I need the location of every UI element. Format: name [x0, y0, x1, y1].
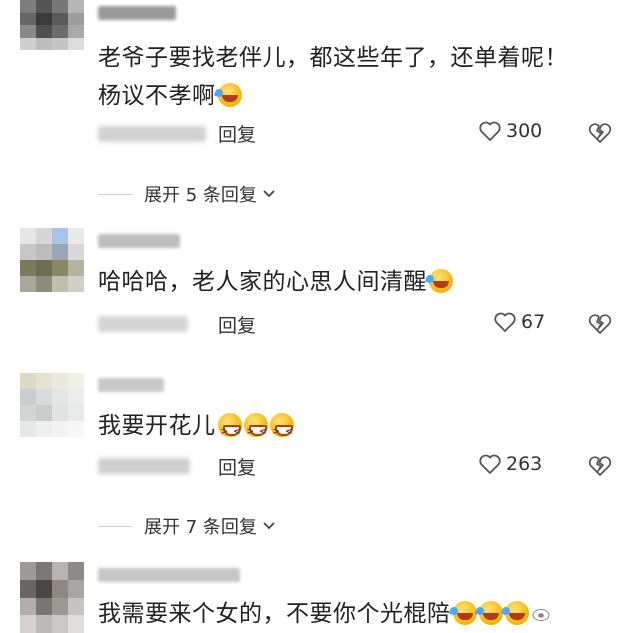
laughing-emoji — [218, 413, 242, 437]
username-blurred — [98, 378, 164, 392]
timestamp-blurred — [98, 458, 190, 474]
heart-outline-icon — [493, 311, 517, 333]
tears-of-joy-emoji — [453, 601, 477, 625]
username-blurred — [98, 568, 240, 582]
like-count: 67 — [521, 311, 545, 333]
divider-line — [98, 526, 132, 527]
avatar[interactable] — [20, 228, 84, 292]
username-blurred — [98, 234, 180, 248]
divider-line — [98, 194, 132, 195]
comment-text: 老爷子要找老伴儿，都这些年了，还单着呢！ — [98, 40, 568, 76]
comment-text-line2: 杨议不孝啊 — [98, 78, 242, 114]
comment-text: 哈哈哈，老人家的心思人间清醒 — [98, 264, 453, 300]
broken-heart-icon[interactable] — [587, 312, 613, 336]
heart-outline-icon — [478, 120, 502, 142]
comment-text: 我要开花儿 — [98, 408, 294, 444]
watermark — [532, 604, 558, 622]
reply-button[interactable]: 回复 — [218, 453, 256, 480]
tears-of-joy-emoji — [429, 269, 453, 293]
reply-button[interactable]: 回复 — [218, 311, 256, 338]
username-blurred — [98, 6, 176, 20]
expand-replies-button[interactable]: 展开 5 条回复 — [98, 181, 276, 207]
heart-outline-icon — [478, 453, 502, 475]
like-count: 300 — [506, 120, 542, 142]
expand-label: 展开 7 条回复 — [144, 513, 257, 539]
avatar[interactable] — [20, 0, 84, 50]
avatar[interactable] — [20, 562, 84, 633]
tears-of-joy-emoji — [479, 601, 503, 625]
chevron-down-icon — [262, 189, 276, 199]
broken-heart-icon[interactable] — [587, 454, 613, 478]
reply-button[interactable]: 回复 — [218, 120, 256, 147]
like-button[interactable]: 263 — [478, 453, 542, 475]
like-button[interactable]: 67 — [493, 311, 545, 333]
like-count: 263 — [506, 453, 542, 475]
timestamp-blurred — [98, 316, 188, 332]
weibo-logo-icon — [532, 604, 554, 622]
tears-of-joy-emoji — [505, 601, 529, 625]
broken-heart-icon[interactable] — [587, 121, 613, 145]
laughing-emoji — [244, 413, 268, 437]
avatar[interactable] — [20, 373, 84, 437]
tears-of-joy-emoji — [218, 83, 242, 107]
expand-label: 展开 5 条回复 — [144, 181, 257, 207]
comment-text: 我需要来个女的，不要你个光棍陪 — [98, 596, 529, 632]
timestamp-blurred — [98, 126, 206, 142]
laughing-emoji — [270, 413, 294, 437]
expand-replies-button[interactable]: 展开 7 条回复 — [98, 513, 276, 539]
chevron-down-icon — [262, 521, 276, 531]
like-button[interactable]: 300 — [478, 120, 542, 142]
